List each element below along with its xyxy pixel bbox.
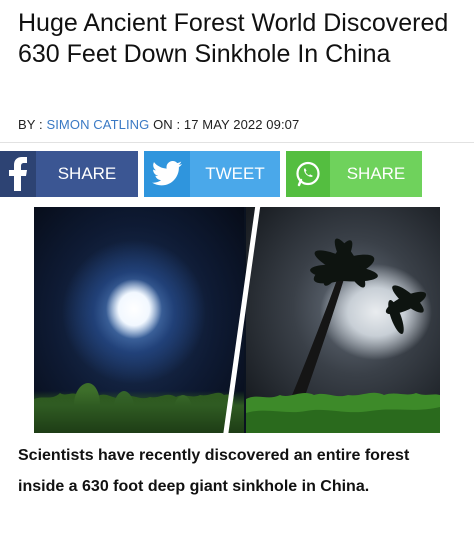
article-caption: Scientists have recently discovered an e… [18, 447, 410, 495]
facebook-icon [0, 151, 36, 197]
facebook-share-label: SHARE [57, 164, 117, 183]
twitter-bird-icon [144, 151, 190, 197]
sinkhole-photo-left [34, 207, 244, 433]
byline-by-label: BY : [18, 117, 47, 132]
whatsapp-share-label: SHARE [346, 164, 406, 183]
facebook-share-button[interactable]: SHARE [0, 151, 138, 197]
twitter-tweet-label: TWEET [205, 164, 265, 183]
byline: BY : SIMON CATLING ON : 17 MAY 2022 09:0… [18, 117, 299, 132]
divider [0, 142, 474, 143]
sinkhole-photo-right [246, 207, 440, 433]
byline-on-label: ON : [149, 117, 184, 132]
publish-date: 17 MAY 2022 09:07 [183, 117, 300, 132]
whatsapp-icon [286, 151, 330, 197]
article-photo [34, 207, 440, 433]
author-link[interactable]: SIMON CATLING [46, 117, 149, 132]
article-title: Huge Ancient Forest World Discovered 630… [18, 9, 449, 68]
twitter-tweet-button[interactable]: TWEET [144, 151, 280, 197]
whatsapp-share-button[interactable]: SHARE [286, 151, 422, 197]
